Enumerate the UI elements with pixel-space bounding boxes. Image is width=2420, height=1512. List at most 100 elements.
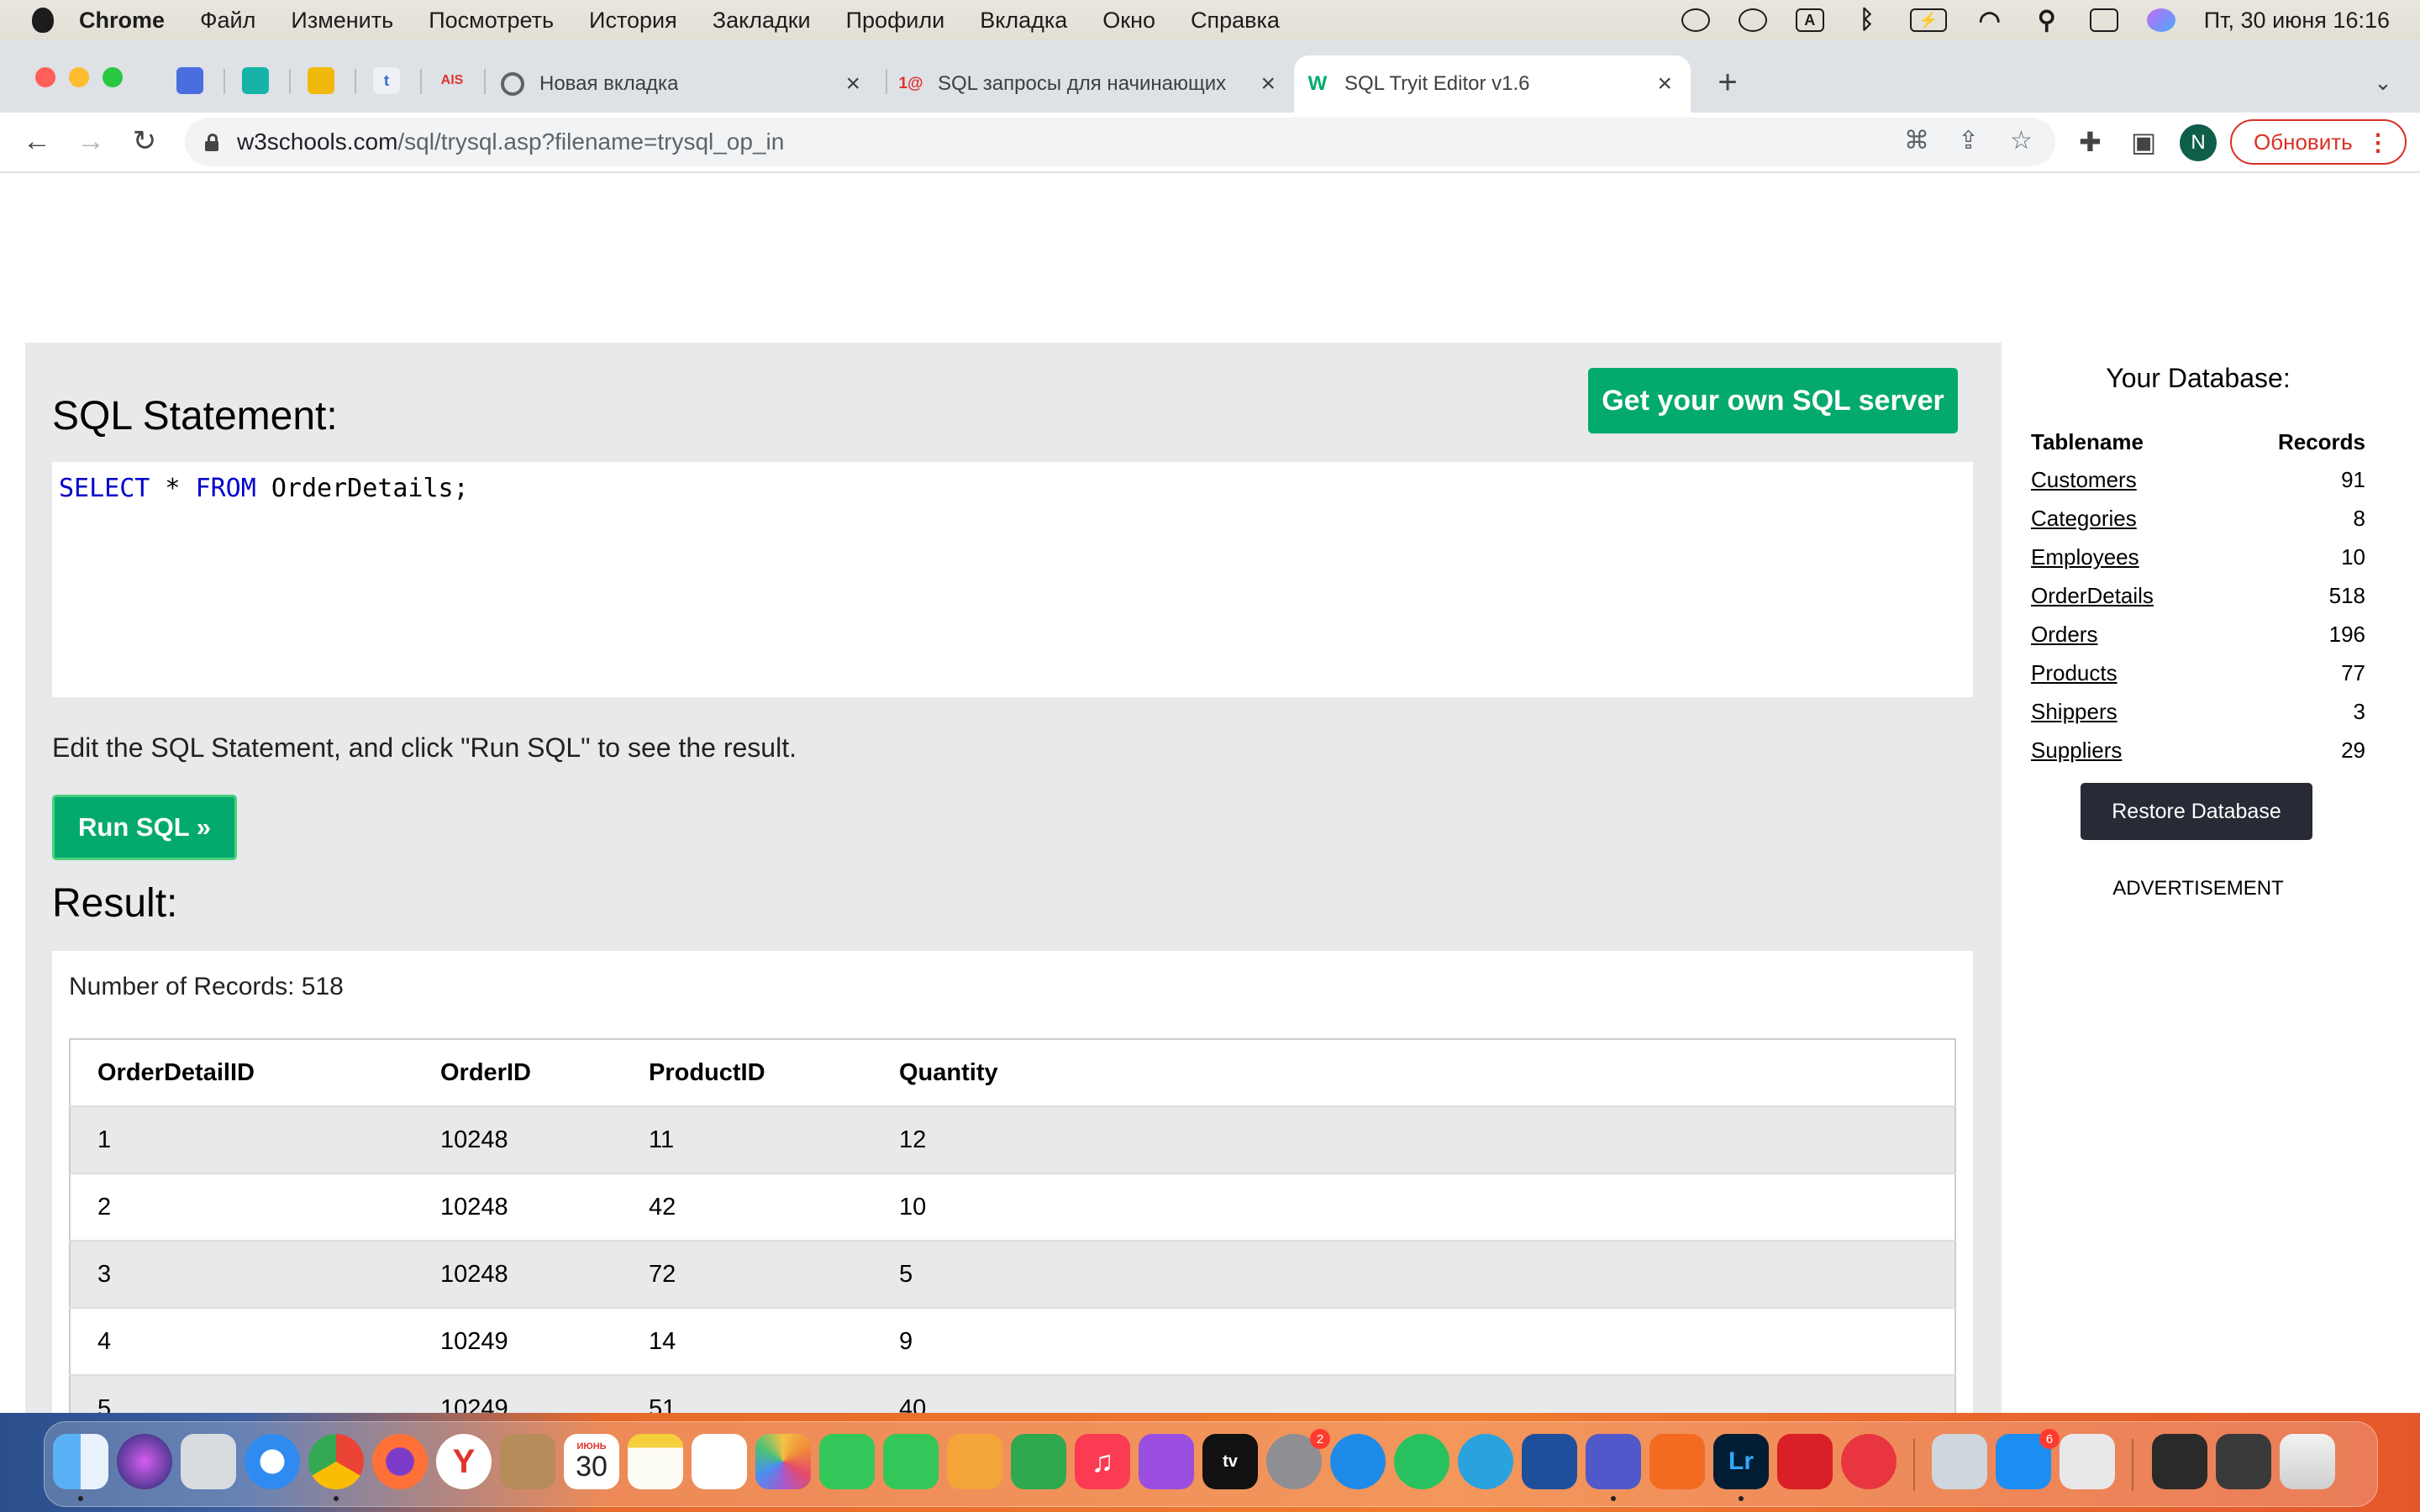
telegram-icon[interactable] — [1458, 1434, 1513, 1489]
pinned-tab-ais[interactable]: AIS — [435, 67, 469, 94]
w3schools-icon: W — [1307, 72, 1328, 95]
bluetooth-icon[interactable]: ᛒ — [1853, 6, 1881, 34]
restore-database-button[interactable]: Restore Database — [2081, 783, 2312, 840]
share-icon[interactable]: ⇪ — [1958, 126, 1979, 155]
minimized-window-icon[interactable] — [2152, 1434, 2207, 1489]
creative-cloud-status-icon[interactable] — [1681, 8, 1710, 32]
tab-sql-tryit-editor[interactable]: W SQL Tryit Editor v1.6 × — [1294, 55, 1691, 113]
trash-icon[interactable] — [2280, 1434, 2335, 1489]
finder-icon[interactable] — [53, 1434, 108, 1489]
calendar-icon[interactable]: ИЮНЬ 30 — [564, 1434, 619, 1489]
menu-tab[interactable]: Вкладка — [980, 8, 1067, 34]
battery-icon[interactable]: ⚡ — [1909, 8, 1947, 32]
menu-help[interactable]: Справка — [1191, 8, 1280, 34]
safari-icon[interactable] — [245, 1434, 300, 1489]
menu-history[interactable]: История — [589, 8, 677, 34]
tab-search-chevron-icon[interactable]: ⌄ — [2366, 66, 2400, 99]
teams-icon[interactable] — [1586, 1434, 1641, 1489]
reminders-icon[interactable] — [692, 1434, 747, 1489]
lightroom-icon[interactable]: Lr — [1713, 1434, 1769, 1489]
reload-icon[interactable]: ↻ — [128, 124, 161, 158]
whatsapp-icon[interactable] — [1394, 1434, 1449, 1489]
downloads-stack-icon[interactable] — [2216, 1434, 2271, 1489]
chrome-menu-icon[interactable]: ⋮ — [2366, 129, 2390, 156]
db-table-link-suppliers[interactable]: Suppliers — [2031, 738, 2122, 763]
side-panel-icon[interactable]: ▣ — [2131, 126, 2156, 158]
launchpad-icon[interactable] — [181, 1434, 236, 1489]
db-table-link-shippers[interactable]: Shippers — [2031, 699, 2118, 724]
siri-icon[interactable] — [2146, 8, 2175, 32]
run-sql-button[interactable]: Run SQL » — [52, 795, 237, 860]
extensions-puzzle-icon[interactable]: ✚ — [2079, 126, 2102, 158]
new-tab-icon[interactable]: + — [1711, 64, 1744, 101]
pinned-tab-mail-icon[interactable] — [308, 67, 334, 94]
tab-close-icon[interactable]: × — [845, 70, 860, 98]
fingerprint-icon[interactable] — [1738, 8, 1767, 32]
db-table-link-employees[interactable]: Employees — [2031, 544, 2139, 570]
table-cell: 10248 — [413, 1240, 622, 1308]
creative-cloud-icon[interactable] — [1777, 1434, 1833, 1489]
db-table-link-orderdetails[interactable]: OrderDetails — [2031, 583, 2154, 608]
bookmark-star-icon[interactable]: ☆ — [2010, 126, 2033, 155]
contacts-icon[interactable] — [500, 1434, 555, 1489]
menu-app-name[interactable]: Chrome — [79, 8, 165, 34]
speech-app-icon[interactable] — [1841, 1434, 1897, 1489]
virtualbox-icon[interactable] — [1522, 1434, 1577, 1489]
db-record-count: 196 — [2328, 621, 2365, 647]
apple-tv-icon[interactable]: tv — [1202, 1434, 1258, 1489]
vpn-icon[interactable] — [1330, 1434, 1386, 1489]
numbers-icon[interactable] — [1011, 1434, 1066, 1489]
wifi-icon[interactable]: ◠ — [1975, 7, 2004, 34]
macos-menu-bar: Chrome Файл Изменить Посмотреть История … — [0, 0, 2420, 40]
db-table-link-orders[interactable]: Orders — [2031, 622, 2097, 647]
menu-view[interactable]: Посмотреть — [429, 8, 554, 34]
menu-window[interactable]: Окно — [1102, 8, 1155, 34]
window-minimize-button[interactable] — [69, 67, 89, 87]
menu-file[interactable]: Файл — [200, 8, 255, 34]
address-bar[interactable]: w3schools.com/sql/trysql.asp?filename=tr… — [185, 118, 2055, 166]
window-zoom-button[interactable] — [103, 67, 123, 87]
menu-datetime[interactable]: Пт, 30 июня 16:16 — [2204, 8, 2390, 34]
sql-code-editor[interactable]: SELECT * FROM OrderDetails; — [52, 462, 1973, 697]
update-chrome-button[interactable]: Обновить ⋮ — [2230, 119, 2407, 165]
db-table-link-products[interactable]: Products — [2031, 660, 2118, 685]
menu-edit[interactable]: Изменить — [291, 8, 393, 34]
translate-icon[interactable]: ⌘ — [1904, 126, 1929, 155]
tab-close-icon[interactable]: × — [1260, 70, 1276, 98]
profile-avatar[interactable]: N — [2180, 124, 2217, 161]
yandex-browser-icon[interactable]: Y — [436, 1434, 492, 1489]
tab-sql-queries[interactable]: 1@ SQL запросы для начинающих × — [898, 55, 1294, 113]
pinned-tab-1-icon[interactable] — [176, 67, 203, 94]
window-close-button[interactable] — [35, 67, 55, 87]
siri-icon[interactable] — [117, 1434, 172, 1489]
tab-close-icon[interactable]: × — [1657, 70, 1672, 98]
chrome-icon[interactable] — [308, 1434, 364, 1489]
input-source-icon[interactable]: A — [1795, 8, 1824, 32]
db-table-link-customers[interactable]: Customers — [2031, 467, 2137, 492]
spotlight-search-icon[interactable]: ⚲ — [2033, 7, 2061, 34]
disk-utility-icon[interactable] — [2060, 1434, 2115, 1489]
pinned-tab-2-icon[interactable] — [242, 67, 269, 94]
apple-menu-icon[interactable] — [32, 8, 54, 33]
messages-icon[interactable] — [819, 1434, 875, 1489]
keynote-icon[interactable] — [947, 1434, 1002, 1489]
db-table-link-categories[interactable]: Categories — [2031, 506, 2137, 531]
notes-icon[interactable] — [628, 1434, 683, 1489]
pen-app-icon[interactable] — [1649, 1434, 1705, 1489]
firefox-icon[interactable] — [372, 1434, 428, 1489]
back-arrow-icon[interactable]: ← — [20, 124, 54, 158]
preview-icon[interactable] — [1932, 1434, 1987, 1489]
menu-profiles[interactable]: Профили — [846, 8, 945, 34]
facetime-icon[interactable] — [883, 1434, 939, 1489]
pinned-tab-t-icon[interactable]: t — [373, 67, 400, 94]
music-icon[interactable]: ♫ — [1075, 1434, 1130, 1489]
get-sql-server-button[interactable]: Get your own SQL server — [1588, 368, 1958, 433]
podcasts-icon[interactable] — [1139, 1434, 1194, 1489]
photos-icon[interactable] — [755, 1434, 811, 1489]
lock-icon[interactable] — [203, 133, 220, 151]
forward-arrow-icon[interactable]: → — [74, 124, 108, 158]
tab-new-tab[interactable]: Новая вкладка × — [501, 55, 879, 113]
menu-bookmarks[interactable]: Закладки — [713, 8, 811, 34]
control-center-icon[interactable] — [2089, 8, 2118, 32]
db-record-count: 8 — [2353, 505, 2365, 531]
